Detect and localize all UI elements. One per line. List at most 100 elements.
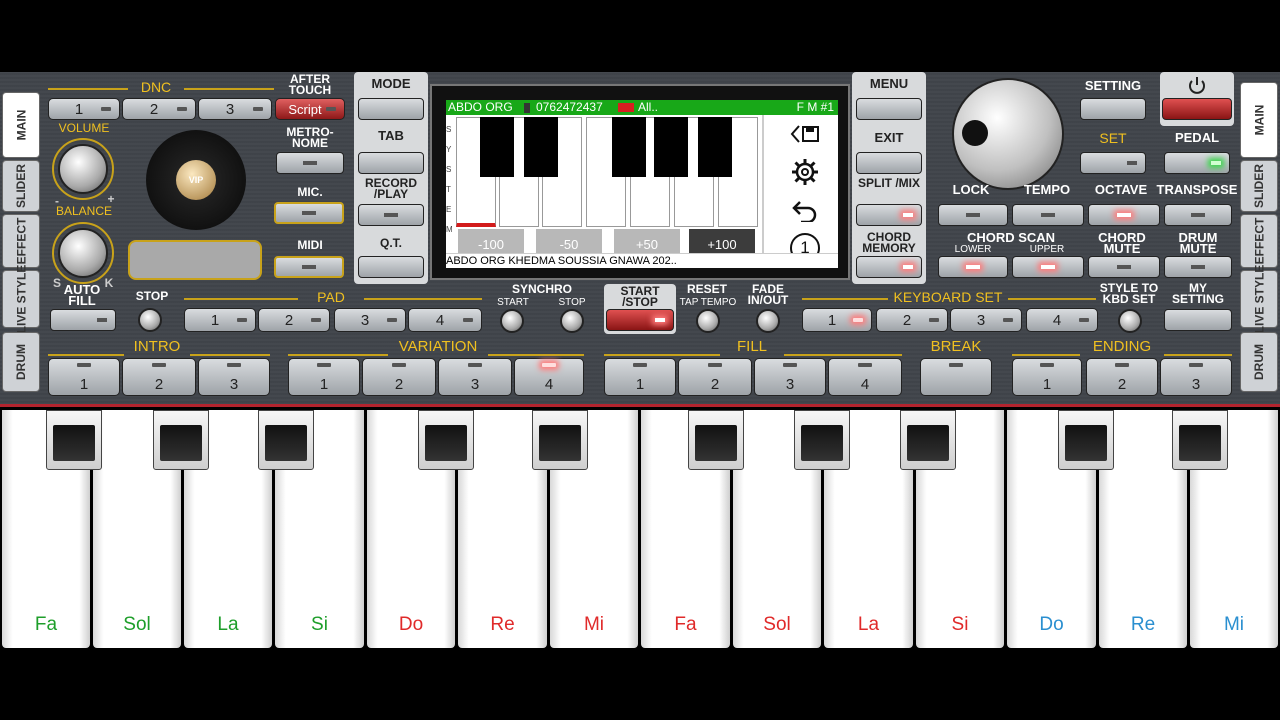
exit-button[interactable]	[856, 152, 922, 174]
fill-button-4[interactable]: 4	[828, 358, 902, 396]
tab-slider-left[interactable]: SLIDER	[2, 160, 40, 212]
black-key-4[interactable]	[418, 410, 474, 470]
black-key-10[interactable]	[1172, 410, 1228, 470]
tempo-button[interactable]	[1012, 204, 1084, 226]
drum-mute-button[interactable]	[1164, 256, 1232, 278]
black-key-9[interactable]	[1058, 410, 1114, 470]
auto-fill-label: AUTO FILL	[63, 282, 101, 308]
keyboard-set-button-4[interactable]: 4	[1026, 308, 1098, 332]
mini-black-key[interactable]	[524, 117, 558, 177]
variation-button-1[interactable]: 1	[288, 358, 360, 396]
chord-memory-button[interactable]	[856, 256, 922, 278]
tab-slider-right[interactable]: SLIDER	[1240, 160, 1278, 212]
intro-button-3[interactable]: 3	[198, 358, 270, 396]
midi-button[interactable]	[274, 256, 344, 278]
break-button[interactable]	[920, 358, 992, 396]
intro-title: INTRO	[133, 338, 181, 355]
power-button[interactable]	[1162, 98, 1232, 120]
variation-button-2[interactable]: 2	[362, 358, 436, 396]
ending-button-1[interactable]: 1	[1012, 358, 1082, 396]
my-setting-button[interactable]	[1164, 309, 1232, 331]
black-key-6[interactable]	[688, 410, 744, 470]
save-icon[interactable]	[786, 118, 824, 150]
style-to-kbd-set-button[interactable]	[1118, 309, 1142, 333]
tab-effect-right[interactable]: EFFECT	[1240, 214, 1278, 268]
black-key-3[interactable]	[258, 410, 314, 470]
lock-button[interactable]	[938, 204, 1008, 226]
volume-label: VOLUME	[58, 121, 110, 135]
variation-button-4[interactable]: 4	[514, 358, 584, 396]
octave-button[interactable]	[1088, 204, 1160, 226]
undo-icon[interactable]	[786, 194, 824, 226]
variation-button-3[interactable]: 3	[438, 358, 512, 396]
volume-knob[interactable]	[58, 144, 108, 194]
setting-button[interactable]	[1080, 98, 1146, 120]
pad-button-2[interactable]: 2	[258, 308, 330, 332]
tab-main-left[interactable]: MAIN	[2, 92, 40, 158]
metronome-label: METRO- NOME	[286, 125, 334, 150]
black-key-1[interactable]	[46, 410, 102, 470]
dnc-button-3[interactable]: 3	[198, 98, 272, 120]
fill-button-1[interactable]: 1	[604, 358, 676, 396]
pitch-pad[interactable]	[128, 240, 262, 280]
mini-black-key[interactable]	[698, 117, 732, 177]
keyboard-set-button-3[interactable]: 3	[950, 308, 1022, 332]
intro-button-2[interactable]: 2	[122, 358, 196, 396]
tab-main-right[interactable]: MAIN	[1240, 82, 1278, 158]
mini-black-key[interactable]	[654, 117, 688, 177]
split-mix-button[interactable]	[856, 204, 922, 226]
tab-effect-left[interactable]: EFFECT	[2, 214, 40, 268]
black-key-7[interactable]	[794, 410, 850, 470]
tab-live-style-left[interactable]: LIVE STYLE	[2, 265, 40, 333]
fade-in-out-button[interactable]	[756, 309, 780, 333]
balance-knob[interactable]	[58, 228, 108, 278]
auto-fill-button[interactable]	[50, 309, 116, 331]
fill-button-3[interactable]: 3	[754, 358, 826, 396]
black-key-5[interactable]	[532, 410, 588, 470]
power-icon	[1186, 75, 1208, 97]
start-stop-button[interactable]	[606, 309, 674, 331]
chord-mute-button[interactable]	[1088, 256, 1160, 278]
script-button[interactable]: Script	[275, 98, 345, 120]
qt-button[interactable]	[358, 256, 424, 278]
pedal-button[interactable]	[1164, 152, 1230, 174]
mini-black-key[interactable]	[612, 117, 646, 177]
tab-live-style-right[interactable]: LIVE STYLE	[1240, 265, 1278, 333]
tab-button[interactable]	[358, 152, 424, 174]
mic-button[interactable]	[274, 202, 344, 224]
reset-tap-tempo-button[interactable]	[696, 309, 720, 333]
chord-scan-lower-button[interactable]	[938, 256, 1008, 278]
black-key-8[interactable]	[900, 410, 956, 470]
dnc-button-2[interactable]: 2	[122, 98, 196, 120]
transpose-button[interactable]	[1164, 204, 1232, 226]
set-button[interactable]	[1080, 152, 1146, 174]
mode-label: MODE	[371, 76, 411, 91]
record-play-button[interactable]	[358, 204, 424, 226]
chord-scan-upper-button[interactable]	[1012, 256, 1084, 278]
keyboard-set-button-1[interactable]: 1	[802, 308, 872, 332]
menu-button[interactable]	[856, 98, 922, 120]
dnc-button-1[interactable]: 1	[48, 98, 120, 120]
keyboard-set-button-2[interactable]: 2	[876, 308, 948, 332]
balance-label: BALANCE	[55, 204, 113, 218]
pad-stop-button[interactable]	[138, 308, 162, 332]
synchro-start-button[interactable]	[500, 309, 524, 333]
vip-logo: VIP	[176, 160, 216, 200]
metronome-button[interactable]	[276, 152, 344, 174]
tab-drum-left[interactable]: DRUM	[2, 332, 40, 392]
transpose-label: TRANSPOSE	[1156, 182, 1238, 197]
synchro-stop-button[interactable]	[560, 309, 584, 333]
ending-button-3[interactable]: 3	[1160, 358, 1232, 396]
intro-button-1[interactable]: 1	[48, 358, 120, 396]
fill-button-2[interactable]: 2	[678, 358, 752, 396]
pad-button-1[interactable]: 1	[184, 308, 256, 332]
mode-button[interactable]	[358, 98, 424, 120]
gear-icon[interactable]	[786, 156, 824, 188]
tab-drum-right[interactable]: DRUM	[1240, 332, 1278, 392]
tab-label: TAB	[378, 128, 404, 143]
mini-black-key[interactable]	[480, 117, 514, 177]
pad-button-4[interactable]: 4	[408, 308, 482, 332]
black-key-2[interactable]	[153, 410, 209, 470]
ending-button-2[interactable]: 2	[1086, 358, 1158, 396]
pad-button-3[interactable]: 3	[334, 308, 406, 332]
